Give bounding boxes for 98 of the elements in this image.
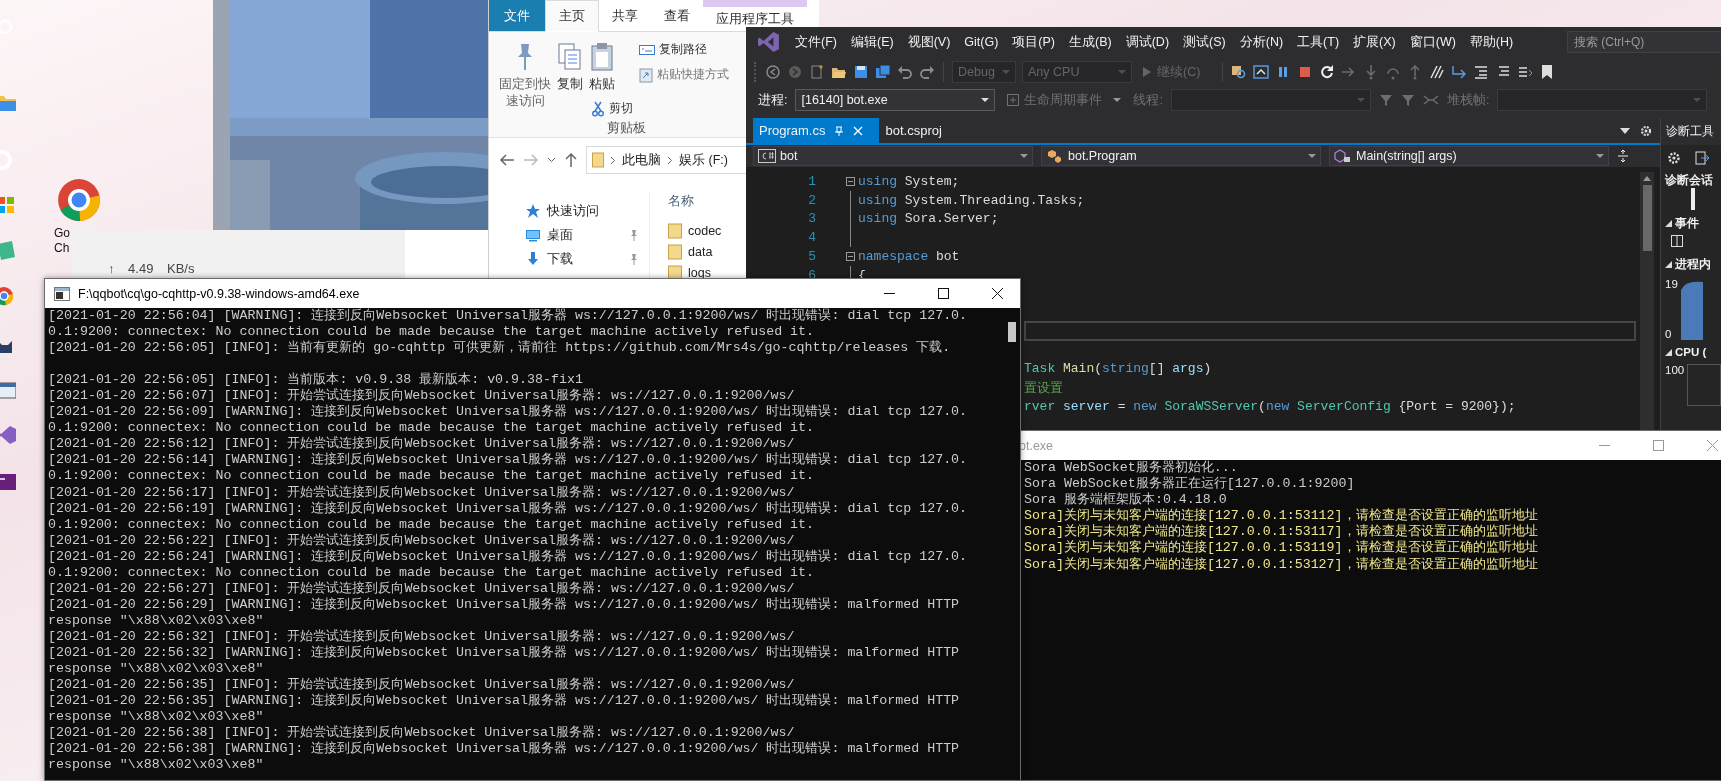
file-item[interactable]: codec: [668, 223, 722, 239]
console-line: Sora]关闭与未知客户端的连接[127.0.0.1:53119]，请检查是否设置正确的监听地址: [1024, 540, 1539, 557]
copy-button[interactable]: 复制: [555, 40, 585, 95]
console-line: [2021-01-20 22:56:29] [WARNING]: 连接到反向Websocket Universal服务器 ws://127.0.0.1:9200/ws/ 时出现错误: malformed HTTP: [48, 596, 961, 613]
document-tab[interactable]: Program.cs: [753, 118, 880, 143]
console-line: Sora WebSocket服务器初始化...: [1024, 460, 1239, 476]
console-line: [2021-01-20 22:56:27] [INFO]: 开始尝试连接到反向Websocket Universal服务器: ws://127.0.0.1:9200/ws/: [48, 580, 796, 597]
console-line: 0.1:9200: connectex: No connection could be made because the target machine actively refused it.: [48, 324, 816, 340]
code-line: using Sora.Server;: [858, 211, 999, 227]
line-number: 2: [807, 192, 816, 208]
console-line: [2021-01-20 22:56:09] [WARNING]: 连接到反向Websocket Universal服务器 ws://127.0.0.1:9200/ws/ 时出现错误: dial tcp 127.0.: [48, 404, 969, 421]
menu-item[interactable]: 生成(B): [1062, 33, 1119, 51]
console-line: [2021-01-20 22:56:04] [WARNING]: 连接到反向Websocket Universal服务器 ws://127.0.0.1:9200/ws/ 时出现错误: dial tcp 127.0.: [48, 308, 969, 325]
address-segment[interactable]: 娱乐 (F:): [679, 151, 728, 169]
panel-title[interactable]: 诊断工具: [1661, 118, 1721, 145]
axis-label: 100: [1665, 364, 1685, 376]
code-line: 置设置: [1024, 379, 1063, 397]
nav-item[interactable]: 下载: [489, 247, 649, 271]
console-line: response "\x88\x02\x03\xe8": [48, 709, 265, 726]
toolbar-label: 堆栈帧:: [1446, 91, 1490, 109]
pin-button[interactable]: 固定到快速访问: [497, 40, 553, 112]
toolbar-label: 线程:: [1133, 91, 1163, 109]
nav-item[interactable]: 快速访问: [489, 199, 649, 223]
cut-button[interactable]: 剪切: [589, 99, 635, 118]
console-line: 0.1:9200: connectex: No connection could be made because the target machine actively refused it.: [48, 564, 816, 581]
menu-item[interactable]: 测试(S): [1176, 33, 1233, 51]
console-line: [2021-01-20 22:56:22] [INFO]: 开始尝试连接到反向Websocket Universal服务器: ws://127.0.0.1:9200/ws/: [48, 532, 796, 549]
menu-item[interactable]: 项目(P): [1005, 33, 1062, 51]
console-line: [2021-01-20 22:56:14] [WARNING]: 连接到反向Websocket Universal服务器 ws://127.0.0.1:9200/ws/ 时出现错误: dial tcp 127.0.: [48, 452, 969, 469]
ribbon-tab[interactable]: 文件: [489, 0, 545, 31]
console-line: [2021-01-20 22:56:35] [INFO]: 开始尝试连接到反向Websocket Universal服务器: ws://127.0.0.1:9200/ws/: [48, 677, 796, 693]
console-line: response "\x88\x02\x03\xe8": [48, 757, 265, 774]
section-header[interactable]: 进程内: [1675, 257, 1711, 272]
console-line: Sora 服务端框架版本:0.4.18.0: [1024, 492, 1228, 508]
file-item[interactable]: data: [668, 244, 722, 260]
dropdown[interactable]: [16140] bot.exe: [795, 89, 996, 111]
menu-item[interactable]: 工具(T): [1290, 33, 1347, 51]
axis-label: 19: [1665, 278, 1678, 290]
console-line: [2021-01-20 22:56:32] [INFO]: 开始尝试连接到反向Websocket Universal服务器: ws://127.0.0.1:9200/ws/: [48, 628, 796, 645]
nav-item[interactable]: 桌面: [489, 223, 649, 247]
menu-item[interactable]: 窗口(W): [1402, 33, 1463, 51]
line-number: 5: [807, 248, 816, 264]
console-line: [2021-01-20 22:56:38] [INFO]: 开始尝试连接到反向Websocket Universal服务器: ws://127.0.0.1:9200/ws/: [48, 725, 796, 741]
copy-path-button[interactable]: 复制路径: [637, 40, 731, 59]
console-line: Sora WebSocket服务器正在运行[127.0.0.1:9200]: [1024, 476, 1356, 492]
code-line: using System.Threading.Tasks;: [858, 192, 1085, 208]
console-line: Sora]关闭与未知客户端的连接[127.0.0.1:53117]，请检查是否设置正确的监听地址: [1024, 524, 1539, 540]
console-line: [2021-01-20 22:56:24] [WARNING]: 连接到反向Websocket Universal服务器 ws://127.0.0.1:9200/ws/ 时出现错误: dial tcp 127.0.: [48, 548, 969, 565]
column-header[interactable]: 名称: [668, 193, 722, 210]
code-line: Task Main(string[] args): [1024, 361, 1212, 377]
console-line: [2021-01-20 22:56:19] [WARNING]: 连接到反向Websocket Universal服务器 ws://127.0.0.1:9200/ws/ 时出现错误: dial tcp 127.0.: [48, 500, 969, 517]
console-line: Sora]关闭与未知客户端的连接[127.0.0.1:53127]，请检查是否设置正确的监听地址: [1024, 556, 1539, 573]
console-line: Sora]关闭与未知客户端的连接[127.0.0.1:53112]，请检查是否设置正确的监听地址: [1024, 508, 1539, 524]
menu-item[interactable]: 文件(F): [788, 33, 844, 51]
toolbar-label: 进程:: [758, 91, 788, 109]
console-line: [2021-01-20 22:56:17] [INFO]: 开始尝试连接到反向Websocket Universal服务器: ws://127.0.0.1:9200/ws/: [48, 484, 796, 501]
console-line: [2021-01-20 22:56:38] [WARNING]: 连接到反向Websocket Universal服务器 ws://127.0.0.1:9200/ws/ 时出现错误: malformed HTTP: [48, 741, 961, 758]
console-line: response "\x88\x02\x03\xe8": [48, 612, 265, 629]
search-field[interactable]: 搜索 (Ctrl+Q): [1567, 31, 1721, 53]
code-line: rver server = new SoraWSServer(new ServerConfig {Port = 9200});: [1024, 398, 1516, 414]
paste-button[interactable]: 粘贴: [587, 40, 617, 95]
console-line: 0.1:9200: connectex: No connection could be made because the target machine actively refused it.: [48, 516, 816, 533]
window-title: F:\qqbot\cq\go-cqhttp-v0.9.38-windows-amd64.exe: [78, 286, 360, 301]
axis-label: 0: [1665, 328, 1673, 340]
navigation-dropdown[interactable]: Main(string[] args): [1329, 146, 1609, 166]
address-segment[interactable]: 此电脑: [622, 151, 661, 169]
console-line: [2021-01-20 22:56:12] [INFO]: 开始尝试连接到反向Websocket Universal服务器: ws://127.0.0.1:9200/ws/: [48, 436, 796, 452]
menu-item[interactable]: 帮助(H): [1462, 33, 1521, 51]
console-line: [2021-01-20 22:56:05] [INFO]: 当前有更新的 go-cqhttp 可供更新，请前往 https://github.com/Mrs4s/go-cqhttp/releases 下载.: [48, 340, 952, 357]
console-line: [2021-01-20 22:56:35] [WARNING]: 连接到反向Websocket Universal服务器 ws://127.0.0.1:9200/ws/ 时出现错误: malformed HTTP: [48, 693, 961, 710]
console-line: [2021-01-20 22:56:05] [INFO]: 当前版本: v0.9.38 最新版本: v0.9.38-fix1: [48, 371, 584, 388]
menu-item[interactable]: 分析(N): [1232, 33, 1291, 51]
line-number: 1: [807, 173, 816, 189]
navigation-dropdown[interactable]: bot.Program: [1041, 146, 1321, 166]
paste-shortcut-button[interactable]: 粘贴快捷方式: [637, 65, 731, 84]
ribbon-tab[interactable]: 主页: [545, 0, 599, 32]
console-line: 0.1:9200: connectex: No connection could be made because the target machine actively refused it.: [48, 420, 816, 436]
console-line: [2021-01-20 22:56:07] [INFO]: 开始尝试连接到反向Websocket Universal服务器: ws://127.0.0.1:9200/ws/: [48, 388, 796, 404]
session-label: 诊断会话: [1665, 173, 1714, 188]
code-line: using System;: [858, 173, 960, 189]
menu-item[interactable]: Git(G): [957, 35, 1006, 49]
navigation-dropdown[interactable]: bot: [753, 146, 1033, 166]
desktop-icon-label[interactable]: Go Ch: [54, 226, 70, 256]
upload-speed: ↑ 4.49 KB/s: [108, 261, 195, 276]
menu-item[interactable]: 视图(V): [900, 33, 958, 51]
menu-item[interactable]: 编辑(E): [843, 33, 901, 51]
section-header[interactable]: 事件: [1675, 216, 1699, 231]
line-number: 3: [807, 211, 816, 227]
section-header[interactable]: CPU (: [1675, 346, 1707, 358]
console-line: response "\x88\x02\x03\xe8": [48, 661, 265, 678]
document-tab[interactable]: bot.csproj: [879, 118, 950, 143]
group-label: 剪贴板: [607, 120, 646, 137]
console-line: [2021-01-20 22:56:32] [WARNING]: 连接到反向Websocket Universal服务器 ws://127.0.0.1:9200/ws/ 时出现错误: malformed HTTP: [48, 645, 961, 662]
line-number: 4: [807, 230, 816, 246]
menu-item[interactable]: 调试(D): [1118, 33, 1177, 51]
code-line: namespace bot: [858, 248, 960, 264]
menu-item[interactable]: 扩展(X): [1346, 33, 1403, 51]
console-line: 0.1:9200: connectex: No connection could be made because the target machine actively refused it.: [48, 468, 816, 485]
